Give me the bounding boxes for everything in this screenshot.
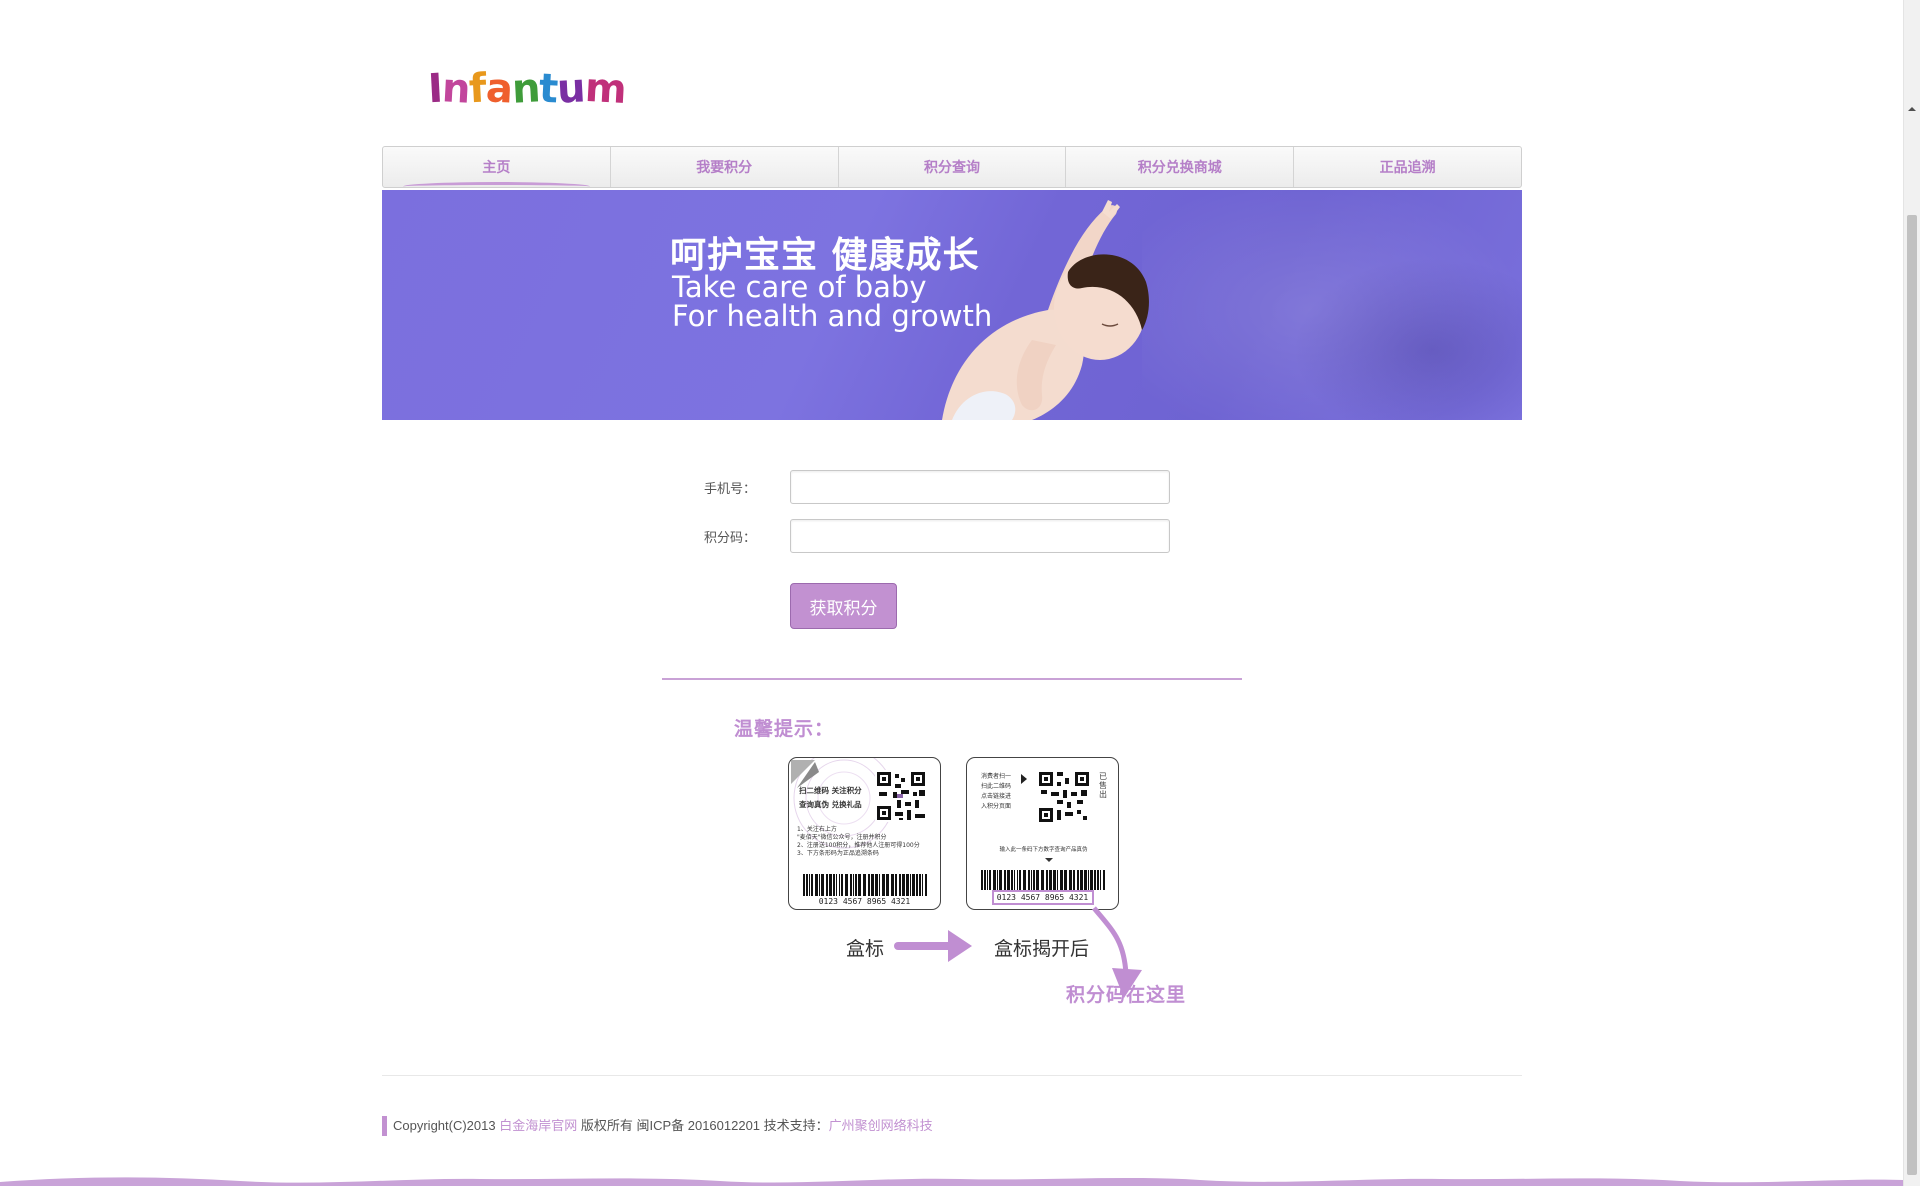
caption-box-label: 盒标 [846, 938, 885, 960]
box-label-line-4: 3、下方条形码为正品追溯条码 [797, 850, 879, 857]
scrollbar-thumb[interactable] [1907, 215, 1917, 1175]
infantum-logo[interactable]: Infantum [427, 64, 627, 114]
box-label-card: 扫二维码 关注积分 查询真伪 兑换礼品 1、关注右上方 "麦佰天"微信公众号，注… [788, 757, 941, 910]
logo-letter: u [556, 65, 587, 113]
phone-label: 手机号： [704, 481, 757, 496]
box-label-line-1: 1、关注右上方 [797, 826, 837, 833]
logo-letter: a [484, 65, 513, 113]
opened-label-line-1: 消费者扫一 [981, 773, 1012, 780]
barcode-icon [803, 874, 927, 896]
nav-item-home[interactable]: 主页 [383, 147, 611, 187]
qr-code-icon [875, 770, 927, 822]
points-code-label: 积分码： [704, 530, 757, 545]
vertical-scrollbar[interactable] [1903, 0, 1920, 1186]
footer-middle: 版权所有 闽ICP备 2016012201 技术支持： [577, 1118, 829, 1133]
footer-wave-decoration [0, 1177, 1903, 1186]
banner-english-slogan-line2: For health and growth [672, 299, 993, 333]
banner-fabric-shadow [1282, 250, 1522, 420]
opened-label-line-3: 点击链接进 [981, 793, 1012, 800]
opened-label-card: 消费者扫一 扫此二维码 点击链接进 入积分页面 已售出 输入此一条码下方数字查询… [966, 757, 1119, 910]
main-nav: 主页 我要积分 积分查询 积分兑换商城 正品追溯 [382, 146, 1522, 188]
section-divider [662, 678, 1242, 680]
nav-item-earn-points[interactable]: 我要积分 [611, 147, 839, 187]
footer-copyright: Copyright(C)2013 白金海岸官网 版权所有 闽ICP备 20160… [382, 1116, 933, 1136]
tips-title: 温馨提示： [734, 719, 835, 740]
points-code-input[interactable] [790, 519, 1170, 553]
opened-label-instruction: 输入此一条码下方数字查询产品真伪 [999, 847, 1088, 853]
scroll-up-arrow-icon[interactable] [1908, 107, 1916, 111]
logo-letter: n [510, 65, 541, 113]
box-label-line-2: "麦佰天"微信公众号，注册并积分 [797, 834, 887, 841]
opened-label-line-4: 入积分页面 [981, 803, 1012, 810]
get-points-button[interactable]: 获取积分 [790, 583, 897, 629]
footer-prefix: Copyright(C)2013 [393, 1118, 500, 1133]
nav-item-authenticity-trace[interactable]: 正品追溯 [1294, 147, 1521, 187]
opened-label-line-2: 扫此二维码 [981, 783, 1012, 790]
box-label-heading-1: 扫二维码 关注积分 [799, 786, 862, 795]
footer-divider [382, 1075, 1522, 1076]
down-arrow-icon [1092, 906, 1129, 975]
qr-code-icon-2 [1037, 770, 1091, 824]
logo-letter: m [583, 64, 627, 114]
right-arrow-head-icon [948, 930, 972, 962]
footer-link-official-site[interactable]: 白金海岸官网 [499, 1118, 577, 1133]
nav-item-points-mall[interactable]: 积分兑换商城 [1066, 147, 1295, 187]
phone-input[interactable] [790, 470, 1170, 504]
caption-points-code-here: 积分码在这里 [1066, 985, 1187, 1006]
box-label-line-3: 2、注册送100积分，推荐他人注册可得100分 [797, 842, 920, 849]
box-label-heading-2: 查询真伪 兑换礼品 [799, 800, 862, 809]
barcode-icon-2 [981, 870, 1105, 890]
caption-opened-label: 盒标揭开后 [994, 938, 1090, 960]
logo-letter: n [440, 65, 471, 113]
hero-banner: 呵护宝宝 健康成长 Take care of baby For health a… [382, 190, 1522, 420]
footer-link-tech-support[interactable]: 广州聚创网络科技 [829, 1118, 933, 1133]
nav-item-points-query[interactable]: 积分查询 [839, 147, 1067, 187]
opened-label-side-text: 已售出 [1099, 772, 1107, 799]
